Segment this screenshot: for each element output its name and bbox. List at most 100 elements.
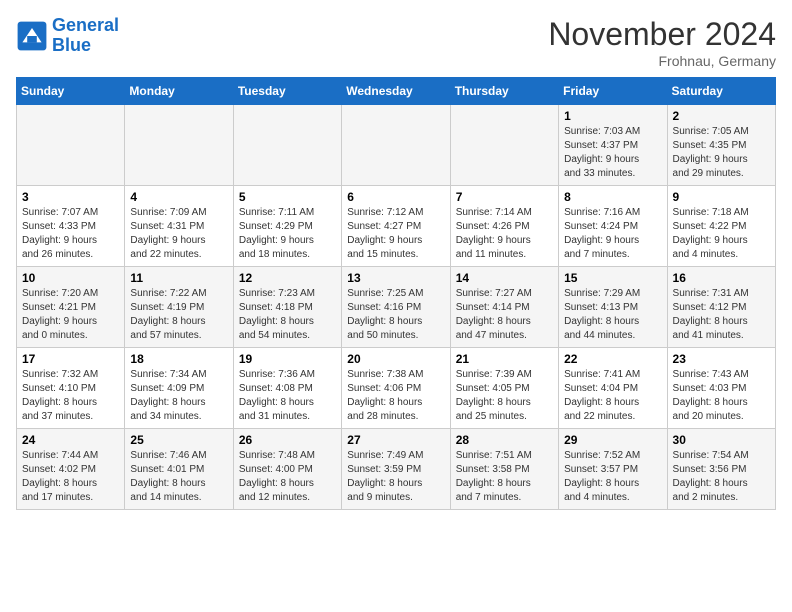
calendar-cell: 24 Sunrise: 7:44 AM Sunset: 4:02 PM Dayli… bbox=[17, 429, 125, 510]
calendar-cell: 29 Sunrise: 7:52 AM Sunset: 3:57 PM Dayli… bbox=[559, 429, 667, 510]
day-info: Sunrise: 7:14 AM Sunset: 4:26 PM Dayligh… bbox=[456, 206, 553, 262]
calendar-cell: 25 Sunrise: 7:46 AM Sunset: 4:01 PM Dayli… bbox=[125, 429, 233, 510]
day-info: Sunrise: 7:05 AM Sunset: 4:35 PM Dayligh… bbox=[673, 125, 770, 181]
day-number: 17 bbox=[22, 352, 119, 366]
calendar-cell: 20 Sunrise: 7:38 AM Sunset: 4:06 PM Dayli… bbox=[342, 348, 450, 429]
day-info: Sunrise: 7:29 AM Sunset: 4:13 PM Dayligh… bbox=[564, 287, 661, 343]
day-number: 19 bbox=[239, 352, 336, 366]
day-number: 7 bbox=[456, 190, 553, 204]
day-number: 8 bbox=[564, 190, 661, 204]
day-info: Sunrise: 7:27 AM Sunset: 4:14 PM Dayligh… bbox=[456, 287, 553, 343]
calendar-week-row: 1 Sunrise: 7:03 AM Sunset: 4:37 PM Daylig… bbox=[17, 105, 776, 186]
day-number: 18 bbox=[130, 352, 227, 366]
day-number: 29 bbox=[564, 433, 661, 447]
day-number: 28 bbox=[456, 433, 553, 447]
logo-text: General Blue bbox=[52, 16, 119, 56]
day-info: Sunrise: 7:36 AM Sunset: 4:08 PM Dayligh… bbox=[239, 368, 336, 424]
day-number: 4 bbox=[130, 190, 227, 204]
calendar-week-row: 17 Sunrise: 7:32 AM Sunset: 4:10 PM Dayli… bbox=[17, 348, 776, 429]
day-info: Sunrise: 7:41 AM Sunset: 4:04 PM Dayligh… bbox=[564, 368, 661, 424]
day-number: 27 bbox=[347, 433, 444, 447]
day-number: 5 bbox=[239, 190, 336, 204]
calendar-cell: 22 Sunrise: 7:41 AM Sunset: 4:04 PM Dayli… bbox=[559, 348, 667, 429]
weekday-header-row: SundayMondayTuesdayWednesdayThursdayFrid… bbox=[17, 78, 776, 105]
day-number: 14 bbox=[456, 271, 553, 285]
calendar-cell bbox=[17, 105, 125, 186]
day-info: Sunrise: 7:49 AM Sunset: 3:59 PM Dayligh… bbox=[347, 449, 444, 505]
day-number: 23 bbox=[673, 352, 770, 366]
day-info: Sunrise: 7:43 AM Sunset: 4:03 PM Dayligh… bbox=[673, 368, 770, 424]
logo: General Blue bbox=[16, 16, 119, 56]
day-info: Sunrise: 7:54 AM Sunset: 3:56 PM Dayligh… bbox=[673, 449, 770, 505]
day-number: 10 bbox=[22, 271, 119, 285]
day-number: 13 bbox=[347, 271, 444, 285]
calendar-cell: 21 Sunrise: 7:39 AM Sunset: 4:05 PM Dayli… bbox=[450, 348, 558, 429]
calendar-cell: 23 Sunrise: 7:43 AM Sunset: 4:03 PM Dayli… bbox=[667, 348, 775, 429]
weekday-header: Friday bbox=[559, 78, 667, 105]
day-info: Sunrise: 7:09 AM Sunset: 4:31 PM Dayligh… bbox=[130, 206, 227, 262]
day-number: 21 bbox=[456, 352, 553, 366]
logo-icon bbox=[16, 20, 48, 52]
day-number: 11 bbox=[130, 271, 227, 285]
day-info: Sunrise: 7:31 AM Sunset: 4:12 PM Dayligh… bbox=[673, 287, 770, 343]
day-number: 9 bbox=[673, 190, 770, 204]
day-info: Sunrise: 7:23 AM Sunset: 4:18 PM Dayligh… bbox=[239, 287, 336, 343]
logo-line1: General bbox=[52, 15, 119, 35]
calendar-cell bbox=[233, 105, 341, 186]
calendar-week-row: 3 Sunrise: 7:07 AM Sunset: 4:33 PM Daylig… bbox=[17, 186, 776, 267]
weekday-header: Thursday bbox=[450, 78, 558, 105]
title-block: November 2024 Frohnau, Germany bbox=[548, 16, 776, 69]
calendar-cell: 26Sunrise: 7:48 AM Sunset: 4:00 PM Dayli… bbox=[233, 429, 341, 510]
day-info: Sunrise: 7:12 AM Sunset: 4:27 PM Dayligh… bbox=[347, 206, 444, 262]
day-number: 22 bbox=[564, 352, 661, 366]
day-info: Sunrise: 7:48 AM Sunset: 4:00 PM Dayligh… bbox=[239, 449, 336, 505]
day-info: Sunrise: 7:20 AM Sunset: 4:21 PM Dayligh… bbox=[22, 287, 119, 343]
day-info: Sunrise: 7:39 AM Sunset: 4:05 PM Dayligh… bbox=[456, 368, 553, 424]
day-info: Sunrise: 7:32 AM Sunset: 4:10 PM Dayligh… bbox=[22, 368, 119, 424]
calendar-cell: 6 Sunrise: 7:12 AM Sunset: 4:27 PM Daylig… bbox=[342, 186, 450, 267]
day-number: 1 bbox=[564, 109, 661, 123]
day-number: 12 bbox=[239, 271, 336, 285]
logo-line2: Blue bbox=[52, 35, 91, 55]
calendar-cell bbox=[125, 105, 233, 186]
day-number: 24 bbox=[22, 433, 119, 447]
calendar-cell: 7 Sunrise: 7:14 AM Sunset: 4:26 PM Daylig… bbox=[450, 186, 558, 267]
calendar-cell: 15 Sunrise: 7:29 AM Sunset: 4:13 PM Dayli… bbox=[559, 267, 667, 348]
day-number: 20 bbox=[347, 352, 444, 366]
page-header: General Blue November 2024 Frohnau, Germ… bbox=[16, 16, 776, 69]
weekday-header: Wednesday bbox=[342, 78, 450, 105]
calendar-cell: 11 Sunrise: 7:22 AM Sunset: 4:19 PM Dayli… bbox=[125, 267, 233, 348]
day-info: Sunrise: 7:52 AM Sunset: 3:57 PM Dayligh… bbox=[564, 449, 661, 505]
weekday-header: Monday bbox=[125, 78, 233, 105]
day-info: Sunrise: 7:03 AM Sunset: 4:37 PM Dayligh… bbox=[564, 125, 661, 181]
calendar-cell: 27 Sunrise: 7:49 AM Sunset: 3:59 PM Dayli… bbox=[342, 429, 450, 510]
calendar-cell: 14 Sunrise: 7:27 AM Sunset: 4:14 PM Dayli… bbox=[450, 267, 558, 348]
day-info: Sunrise: 7:22 AM Sunset: 4:19 PM Dayligh… bbox=[130, 287, 227, 343]
day-info: Sunrise: 7:16 AM Sunset: 4:24 PM Dayligh… bbox=[564, 206, 661, 262]
day-number: 6 bbox=[347, 190, 444, 204]
month-title: November 2024 bbox=[548, 16, 776, 53]
day-number: 2 bbox=[673, 109, 770, 123]
day-number: 3 bbox=[22, 190, 119, 204]
calendar-cell: 3 Sunrise: 7:07 AM Sunset: 4:33 PM Daylig… bbox=[17, 186, 125, 267]
day-info: Sunrise: 7:07 AM Sunset: 4:33 PM Dayligh… bbox=[22, 206, 119, 262]
day-number: 16 bbox=[673, 271, 770, 285]
day-number: 25 bbox=[130, 433, 227, 447]
weekday-header: Sunday bbox=[17, 78, 125, 105]
day-info: Sunrise: 7:51 AM Sunset: 3:58 PM Dayligh… bbox=[456, 449, 553, 505]
weekday-header: Tuesday bbox=[233, 78, 341, 105]
calendar-table: SundayMondayTuesdayWednesdayThursdayFrid… bbox=[16, 77, 776, 510]
day-number: 15 bbox=[564, 271, 661, 285]
weekday-header: Saturday bbox=[667, 78, 775, 105]
calendar-cell bbox=[450, 105, 558, 186]
day-info: Sunrise: 7:38 AM Sunset: 4:06 PM Dayligh… bbox=[347, 368, 444, 424]
day-info: Sunrise: 7:18 AM Sunset: 4:22 PM Dayligh… bbox=[673, 206, 770, 262]
calendar-cell: 12 Sunrise: 7:23 AM Sunset: 4:18 PM Dayli… bbox=[233, 267, 341, 348]
day-info: Sunrise: 7:46 AM Sunset: 4:01 PM Dayligh… bbox=[130, 449, 227, 505]
calendar-cell bbox=[342, 105, 450, 186]
calendar-cell: 5Sunrise: 7:11 AM Sunset: 4:29 PM Daylig… bbox=[233, 186, 341, 267]
calendar-cell: 1 Sunrise: 7:03 AM Sunset: 4:37 PM Daylig… bbox=[559, 105, 667, 186]
day-info: Sunrise: 7:44 AM Sunset: 4:02 PM Dayligh… bbox=[22, 449, 119, 505]
calendar-cell: 28 Sunrise: 7:51 AM Sunset: 3:58 PM Dayli… bbox=[450, 429, 558, 510]
calendar-cell: 18Sunrise: 7:34 AM Sunset: 4:09 PM Dayli… bbox=[125, 348, 233, 429]
